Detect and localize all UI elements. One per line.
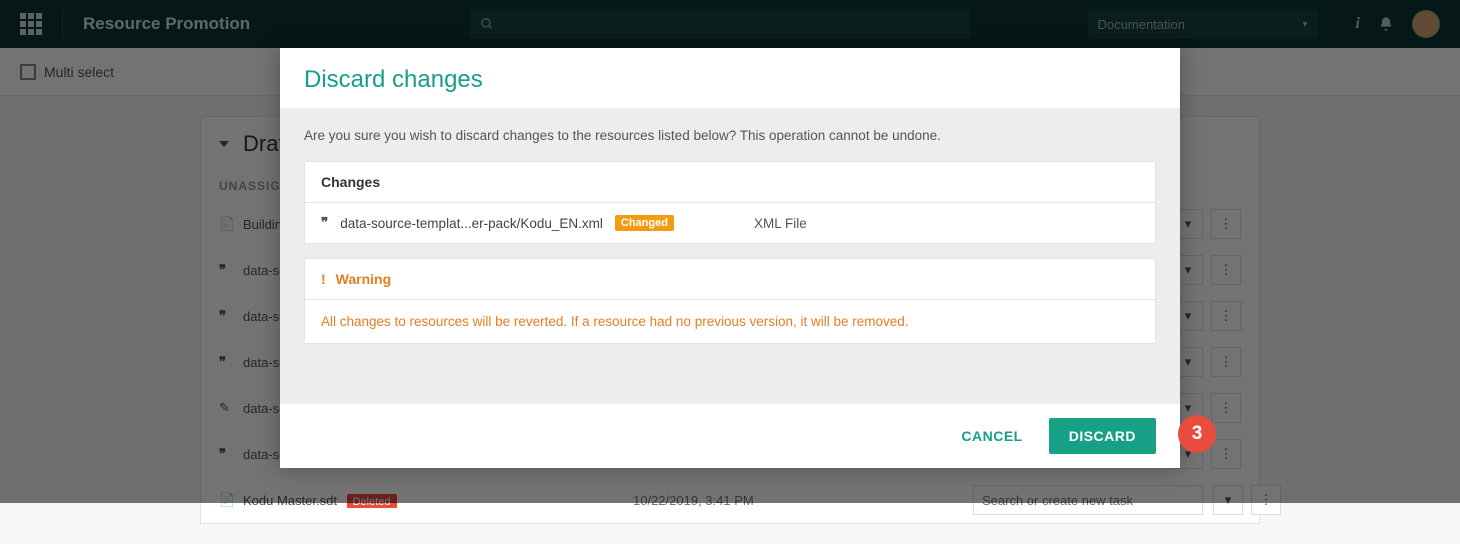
resource-type: XML File (754, 216, 807, 231)
modal-prompt: Are you sure you wish to discard changes… (304, 128, 1156, 143)
modal-overlay: Discard changes Are you sure you wish to… (0, 0, 1460, 503)
warning-heading: Warning (336, 271, 391, 287)
changes-heading: Changes (305, 162, 1155, 203)
modal-footer: CANCEL DISCARD (280, 404, 1180, 468)
discard-button[interactable]: DISCARD (1049, 418, 1156, 454)
modal-header: Discard changes (280, 48, 1180, 108)
warning-icon: ! (321, 271, 326, 287)
quote-icon: ❞ (321, 215, 328, 231)
changed-badge: Changed (615, 215, 674, 231)
warning-card: ! Warning All changes to resources will … (304, 258, 1156, 344)
modal-title: Discard changes (304, 66, 1156, 94)
discard-changes-modal: Discard changes Are you sure you wish to… (280, 48, 1180, 468)
warning-text: All changes to resources will be reverte… (305, 300, 1155, 343)
step-callout: 3 (1178, 415, 1216, 453)
cancel-button[interactable]: CANCEL (949, 420, 1034, 452)
changes-card: Changes ❞ data-source-templat...er-pack/… (304, 161, 1156, 244)
resource-name: data-source-templat...er-pack/Kodu_EN.xm… (340, 216, 603, 231)
changed-resource-row: ❞ data-source-templat...er-pack/Kodu_EN.… (305, 203, 1155, 243)
